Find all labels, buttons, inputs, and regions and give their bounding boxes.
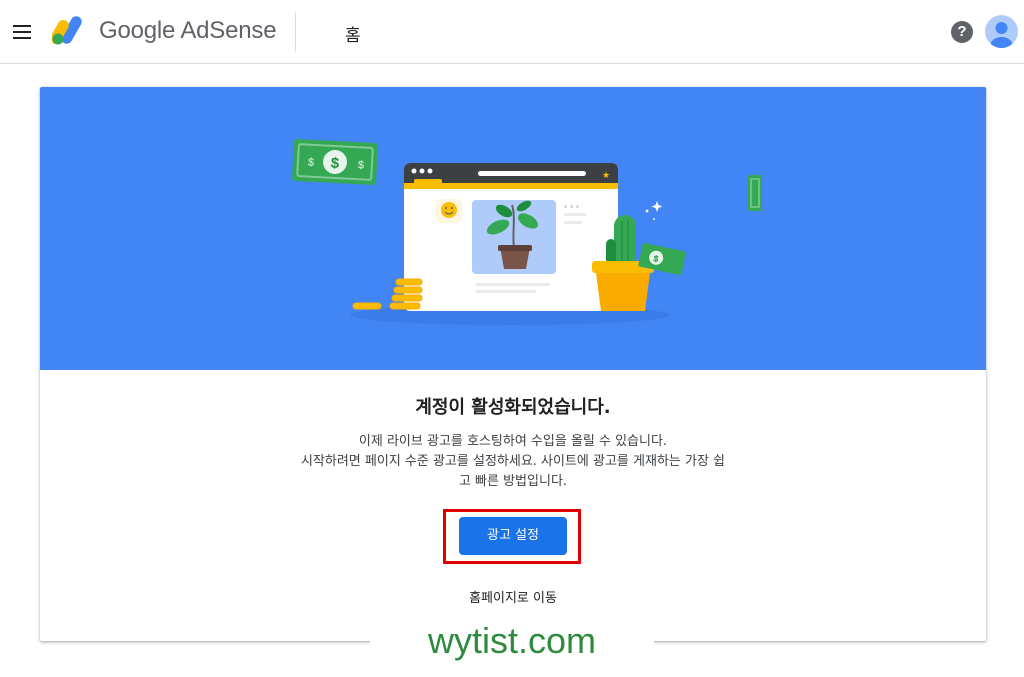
activation-description: 이제 라이브 광고를 호스팅하여 수입을 올릴 수 있습니다. 시작하려면 페이…: [260, 432, 766, 492]
page-title: 홈: [345, 26, 361, 46]
svg-text:$: $: [358, 159, 365, 171]
description-line: 고 빠른 방법입니다.: [458, 474, 568, 489]
svg-text:$: $: [308, 157, 315, 169]
activation-card: $ $ $ ★ $ 계정이 활성화되었습니다. 이제 라이브 광고를 호스팅하여…: [40, 87, 986, 641]
avatar-icon[interactable]: [985, 15, 1018, 48]
description-line: 시작하려면 페이지 수준 광고를 설정하세요. 사이트에 광고를 게재하는 가장…: [300, 454, 726, 469]
money-bill-icon: $ $ $: [292, 138, 378, 186]
sparkle-icon: [645, 201, 663, 220]
description-line: 이제 라이브 광고를 호스팅하여 수입을 올릴 수 있습니다.: [358, 434, 668, 449]
ad-setup-button[interactable]: 광고 설정: [459, 517, 567, 555]
watermark-text: wytist.com: [370, 615, 654, 671]
svg-text:★: ★: [602, 171, 610, 181]
adsense-logo-icon[interactable]: [52, 14, 90, 46]
go-to-home-link[interactable]: 홈페이지로 이동: [40, 587, 986, 606]
browser-window-icon: ★: [404, 163, 618, 311]
help-icon[interactable]: ?: [951, 21, 973, 43]
hero-illustration: $ $ $ ★ $: [40, 87, 986, 370]
header-divider: [295, 12, 296, 52]
activation-headline: 계정이 활성화되었습니다.: [415, 397, 611, 418]
menu-icon[interactable]: [10, 20, 34, 44]
svg-text:$: $: [330, 155, 340, 172]
brand-name[interactable]: Google AdSense: [99, 17, 277, 45]
top-app-bar: Google AdSense 홈 ?: [0, 0, 1024, 64]
smiley-icon: [436, 199, 462, 223]
money-bill-icon: [748, 175, 762, 211]
